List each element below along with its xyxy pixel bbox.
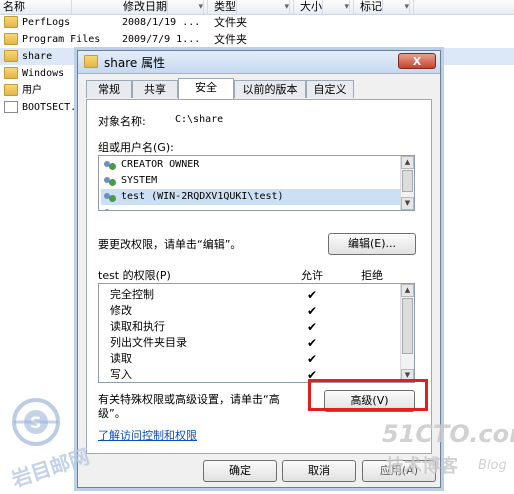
list-item[interactable]: ... [101,205,400,210]
scroll-down-icon[interactable]: ▼ [401,197,414,210]
scroll-up-icon[interactable]: ▲ [401,156,414,169]
close-button[interactable]: X [398,53,436,69]
watermark-blog: Blog [478,458,507,473]
scroll-thumb[interactable] [402,298,413,354]
users-scrollbar[interactable]: ▲ ▼ [400,156,414,210]
user-icon [103,191,117,203]
file-row[interactable]: Program Files 2009/7/9 1... 文件夹 [0,31,514,48]
tab-security[interactable]: 安全 [178,78,234,99]
column-size[interactable]: 大小 ▾ [294,0,354,14]
chevron-down-icon: ▾ [281,0,290,14]
watermark-51cto: 51CTO.com [382,420,514,448]
permission-row: 修改 ✔ [110,304,318,318]
column-type[interactable]: 类型 ▾ [208,0,294,14]
watermark-left: S 岩目邮网 [0,392,120,492]
checkmark-icon: ✔ [307,352,318,366]
edit-button[interactable]: 编辑(E)... [328,233,416,255]
permissions-scrollbar[interactable]: ▲ ▼ [400,284,414,382]
change-hint: 要更改权限，请单击“编辑”。 [98,238,242,251]
list-item-selected[interactable]: test (WIN-2RQDXV1QUKI\test) [101,189,400,205]
users-icon [103,159,117,171]
folder-icon [4,16,18,28]
permissions-listbox[interactable]: 完全控制 ✔ 修改 ✔ 读取和执行 ✔ 列出文件夹目录 ✔ 读取 ✔ 写入 ✔ [98,283,415,383]
tab-sharing[interactable]: 共享 [132,80,178,98]
list-item[interactable]: CREATOR OWNER [101,157,400,173]
permissions-label: test 的权限(P) [98,269,171,282]
list-item[interactable]: SYSTEM [101,173,400,189]
chevron-down-icon: ▾ [195,0,204,14]
scroll-up-icon[interactable]: ▲ [401,284,414,297]
column-name[interactable]: 名称 [0,0,72,14]
folder-icon [84,55,98,68]
checkmark-icon: ✔ [307,320,318,334]
watermark-right: 51CTO.com 技术博客 Blog [380,420,514,480]
dialog-titlebar[interactable]: share 属性 X [78,51,440,74]
deny-column-label: 拒绝 [361,269,383,282]
column-date[interactable]: 修改日期 ▾ [117,0,208,14]
close-icon: X [412,55,422,68]
tab-general[interactable]: 常规 [86,80,132,98]
permission-row: 读取和执行 ✔ [110,320,318,334]
column-tag[interactable]: 标记 ▾ [354,0,414,14]
allow-column-label: 允许 [301,269,323,282]
cancel-button[interactable]: 取消 [282,460,356,482]
permission-row: 读取 ✔ [110,352,318,366]
file-row[interactable]: PerfLogs 2008/1/19 ... 文件夹 [0,14,514,31]
checkmark-icon: ✔ [307,336,318,350]
ok-button[interactable]: 确定 [203,460,277,482]
folder-icon [4,84,18,96]
scroll-thumb[interactable] [402,170,413,192]
file-icon [4,101,18,113]
checkmark-icon: ✔ [307,304,318,318]
watermark-tech-blog: 技术博客 [386,456,458,477]
column-header: 名称 修改日期 ▾ 类型 ▾ 大小 ▾ 标记 ▾ [0,0,514,15]
advanced-button-highlight [308,379,428,411]
tab-previous-versions[interactable]: 以前的版本 [234,80,306,98]
group-users-label: 组或用户名(G): [98,141,174,154]
chevron-down-icon: ▾ [341,0,350,14]
permission-row: 完全控制 ✔ [110,288,318,302]
users-listbox[interactable]: CREATOR OWNER SYSTEM test (WIN-2RQDXV1QU… [98,155,415,211]
tab-customize[interactable]: 自定义 [306,80,354,98]
permission-row: 列出文件夹目录 ✔ [110,336,318,350]
chevron-down-icon: ▾ [401,0,410,14]
folder-icon [4,67,18,79]
object-name-label: 对象名称: [98,115,146,128]
users-icon [103,207,117,210]
users-icon [103,175,117,187]
folder-icon [4,33,18,45]
folder-icon [4,50,18,62]
object-name-value: C:\share [175,114,224,125]
checkmark-icon: ✔ [307,288,318,302]
dialog-title: share 属性 [104,56,166,70]
